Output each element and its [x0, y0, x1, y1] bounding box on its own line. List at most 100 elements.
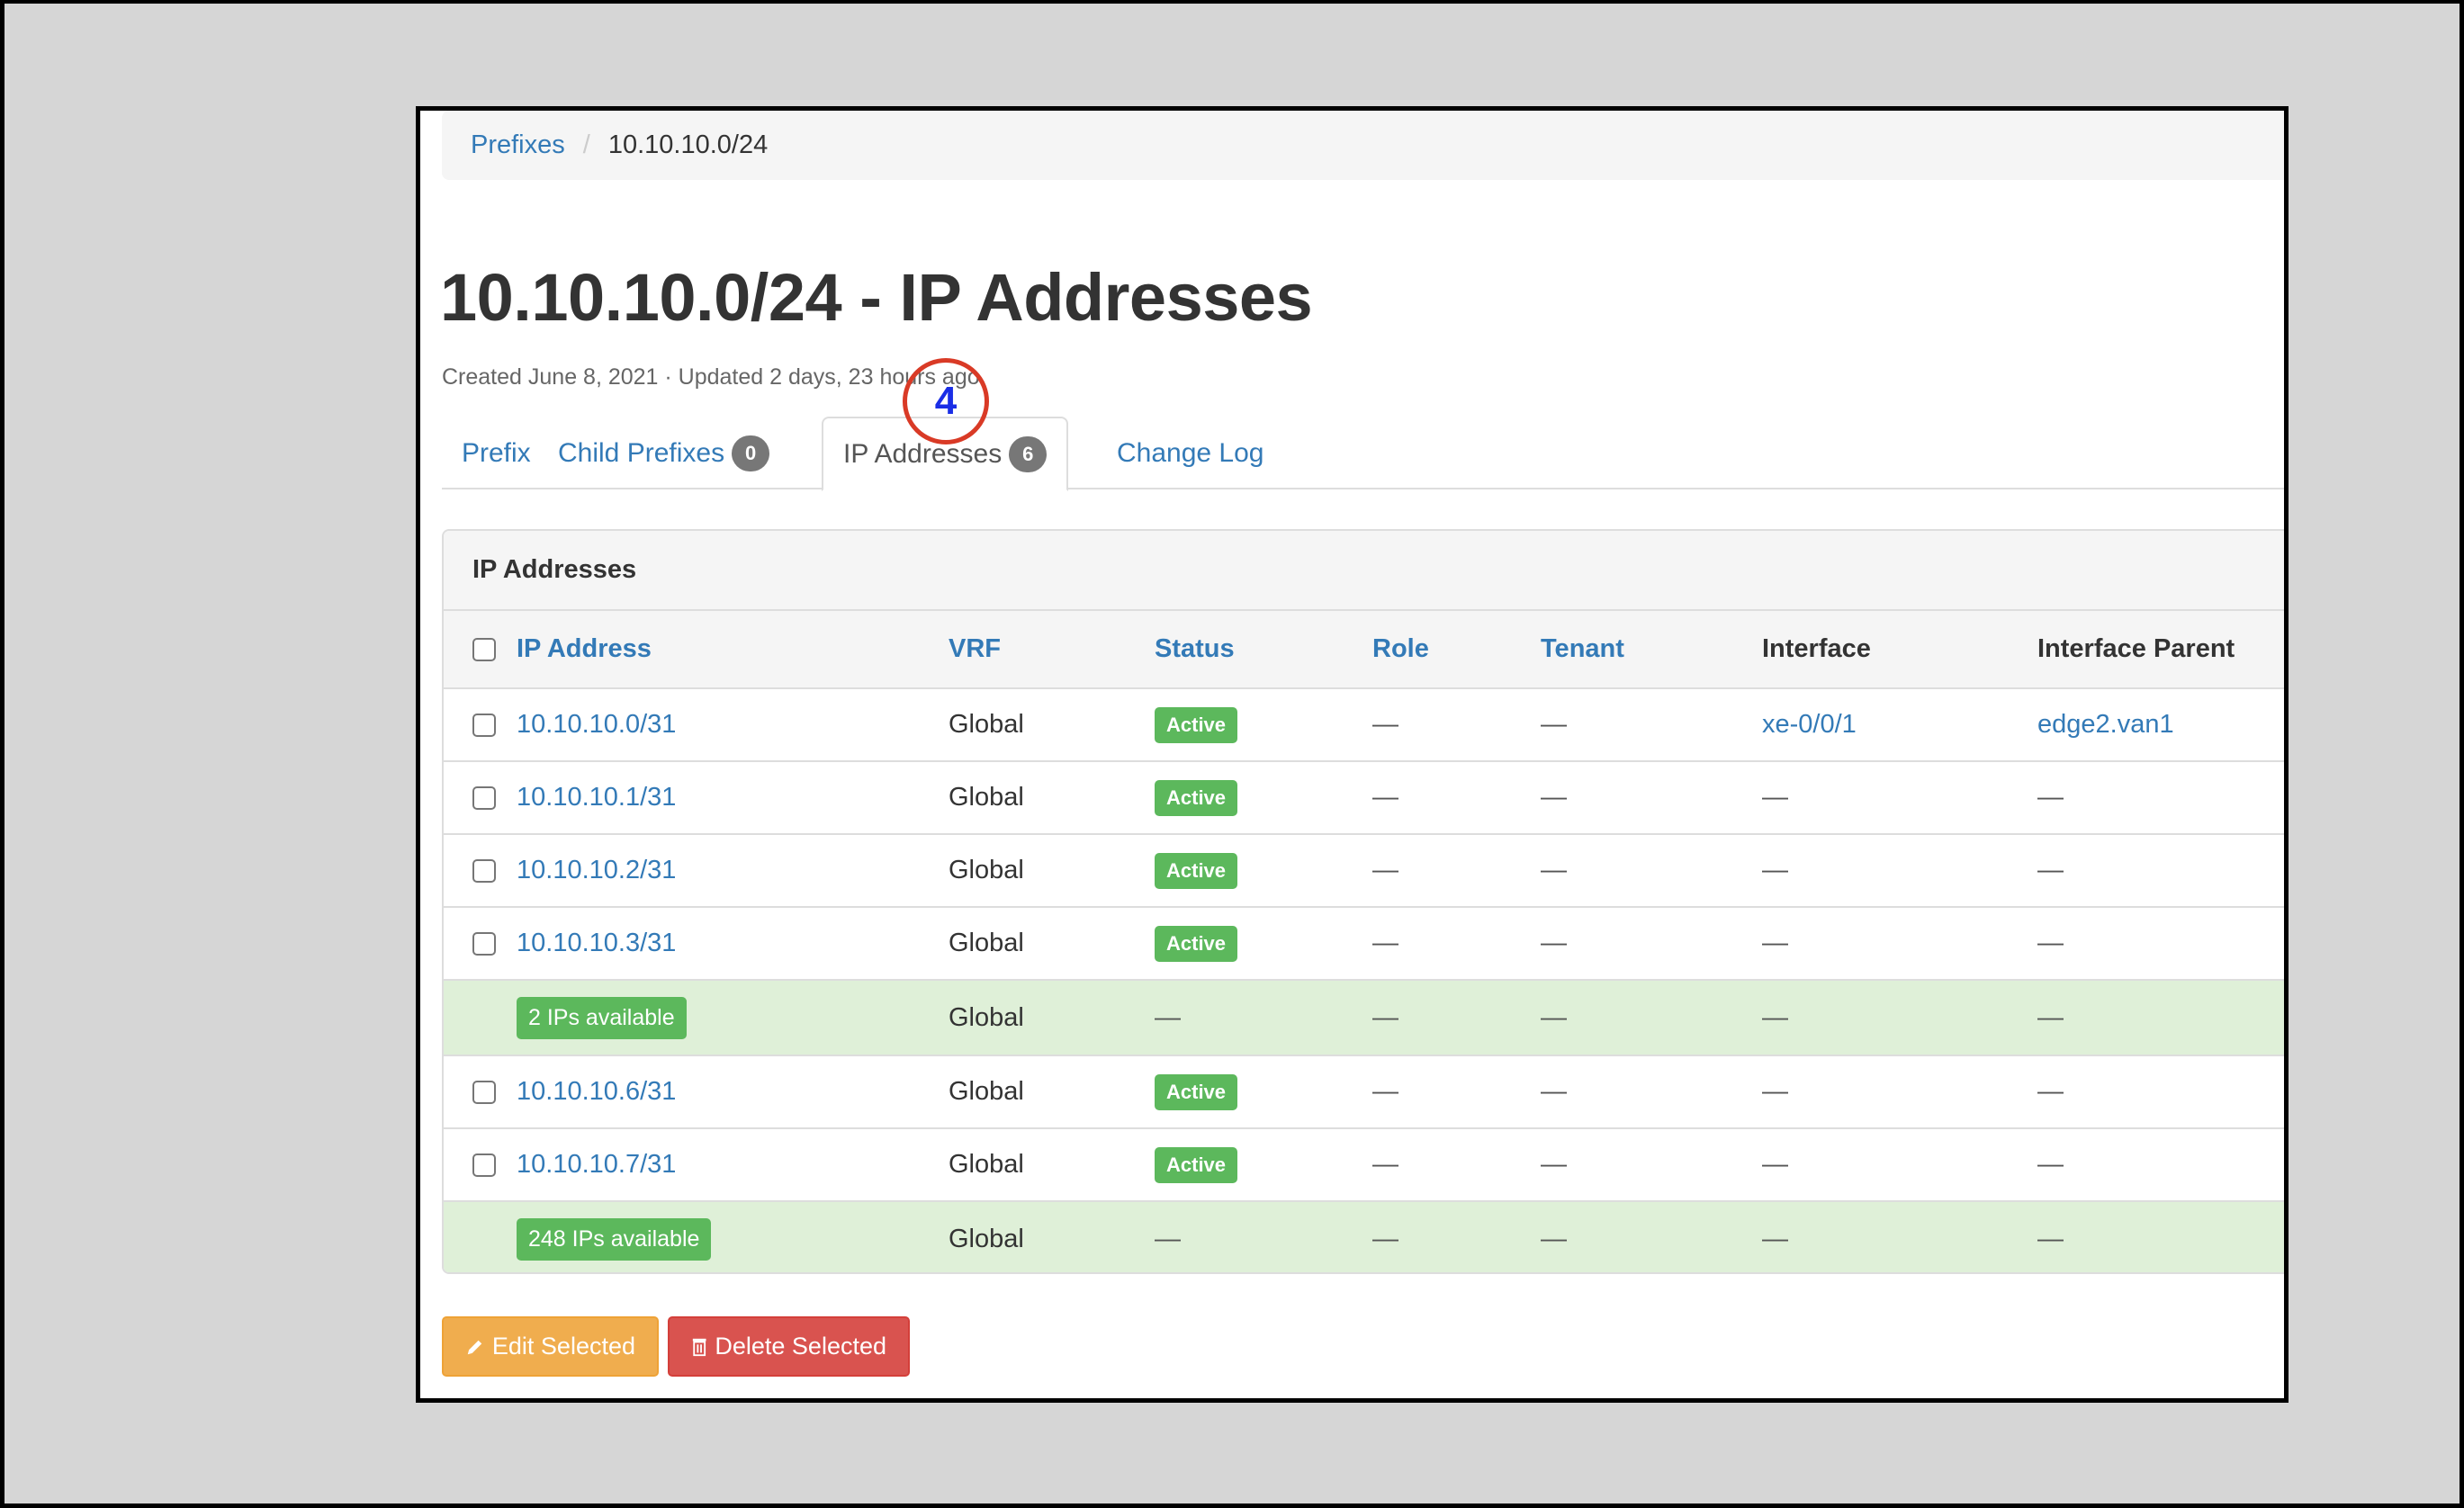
status-badge: Active: [1155, 706, 1238, 743]
column-header-interface-parent: Interface Parent: [2037, 611, 2284, 689]
status-cell: —: [1155, 1201, 1372, 1272]
table-row: 10.10.10.6/31 Global Active — — — —: [444, 1055, 2284, 1129]
status-cell: Active: [1155, 907, 1372, 981]
select-cell: [444, 1128, 517, 1202]
status-cell: Active: [1155, 1128, 1372, 1202]
interface-cell: xe-0/0/1: [1762, 688, 2037, 762]
select-cell: [444, 761, 517, 835]
empty-value: —: [1762, 1002, 1788, 1032]
empty-value: —: [2037, 1077, 2064, 1106]
interface-parent-link[interactable]: edge2.van1: [2037, 710, 2174, 739]
breadcrumb: Prefixes / 10.10.10.0/24: [442, 111, 2284, 180]
status-badge: Active: [1155, 779, 1238, 816]
interface-cell: —: [1762, 1055, 2037, 1129]
tenant-cell: —: [1541, 688, 1762, 762]
column-header-tenant[interactable]: Tenant: [1541, 634, 1624, 663]
table-row: 10.10.10.7/31 Global Active — — — —: [444, 1128, 2284, 1202]
interface-parent-cell: —: [2037, 907, 2284, 981]
created-updated-meta: Created June 8, 2021 · Updated 2 days, 2…: [442, 364, 980, 390]
select-cell: [444, 907, 517, 981]
interface-link[interactable]: xe-0/0/1: [1762, 710, 1857, 739]
status-badge: Active: [1155, 1073, 1238, 1110]
role-cell: —: [1372, 907, 1541, 981]
column-header-status[interactable]: Status: [1155, 634, 1235, 663]
row-select-checkbox[interactable]: [472, 1081, 496, 1105]
select-all-checkbox[interactable]: [472, 638, 496, 662]
status-badge: Active: [1155, 925, 1238, 962]
available-range-row: 2 IPs available Global — — — — —: [444, 980, 2284, 1056]
breadcrumb-current: 10.10.10.0/24: [607, 130, 769, 159]
tab-label: Change Log: [1117, 437, 1264, 468]
tab-change-log[interactable]: Change Log: [1097, 417, 1283, 489]
status-badge: Active: [1155, 1146, 1238, 1183]
empty-value: —: [1762, 856, 1788, 884]
ip-address-link[interactable]: 10.10.10.0/31: [517, 710, 676, 739]
available-range-row: 248 IPs available Global — — — — —: [444, 1201, 2284, 1272]
interface-cell: —: [1762, 834, 2037, 908]
select-cell: [444, 834, 517, 908]
status-cell: Active: [1155, 761, 1372, 835]
panel-heading: IP Addresses: [444, 531, 2284, 611]
interface-cell: —: [1762, 980, 2037, 1056]
column-header-vrf[interactable]: VRF: [949, 634, 1001, 663]
tenant-cell: —: [1541, 834, 1762, 908]
child-prefixes-count-badge: 0: [732, 435, 770, 471]
ip-addresses-count-badge: 6: [1009, 435, 1048, 472]
page-card: Prefixes / 10.10.10.0/24 10.10.10.0/24 -…: [416, 106, 2289, 1403]
table-row: 10.10.10.0/31 Global Active — — xe-0/0/1 edge2…: [444, 688, 2284, 762]
row-select-checkbox[interactable]: [472, 859, 496, 884]
ip-address-link[interactable]: 10.10.10.7/31: [517, 1150, 676, 1179]
column-header-ip-address[interactable]: IP Address: [517, 634, 652, 663]
role-cell: —: [1372, 761, 1541, 835]
ip-address-link[interactable]: 10.10.10.3/31: [517, 929, 676, 957]
tab-child-prefixes[interactable]: Child Prefixes 0: [538, 417, 789, 489]
role-cell: —: [1372, 688, 1541, 762]
delete-selected-button[interactable]: Delete Selected: [668, 1316, 910, 1377]
vrf-cell: Global: [949, 907, 1155, 981]
tab-label: IP Addresses: [843, 438, 1003, 469]
empty-value: —: [1762, 1225, 1788, 1253]
row-select-checkbox[interactable]: [472, 714, 496, 738]
available-ips-badge[interactable]: 248 IPs available: [517, 1218, 712, 1261]
interface-parent-cell: —: [2037, 1201, 2284, 1272]
column-header-role[interactable]: Role: [1372, 634, 1429, 663]
bulk-action-buttons: Edit Selected Delete Selected: [442, 1316, 910, 1377]
status-cell: Active: [1155, 834, 1372, 908]
empty-value: —: [2037, 783, 2064, 812]
tenant-cell: —: [1541, 1225, 1567, 1253]
pencil-icon: [467, 1340, 482, 1354]
table-row: 10.10.10.1/31 Global Active — — — —: [444, 761, 2284, 835]
empty-value: —: [1155, 1002, 1181, 1032]
vrf-cell: Global: [949, 1225, 1024, 1253]
ip-address-link[interactable]: 10.10.10.2/31: [517, 856, 676, 884]
tenant-cell: —: [1541, 761, 1762, 835]
vrf-cell: Global: [949, 980, 1155, 1056]
select-cell: [444, 1055, 517, 1129]
tab-prefix[interactable]: Prefix: [442, 417, 551, 489]
role-cell: —: [1372, 834, 1541, 908]
role-cell: —: [1372, 1225, 1398, 1253]
vrf-cell: Global: [949, 761, 1155, 835]
row-select-checkbox[interactable]: [472, 786, 496, 811]
interface-parent-cell: —: [2037, 980, 2284, 1056]
interface-parent-cell: —: [2037, 761, 2284, 835]
ip-address-cell: 10.10.10.3/31: [517, 907, 949, 981]
ip-address-link[interactable]: 10.10.10.6/31: [517, 1077, 676, 1106]
empty-value: —: [2037, 1150, 2064, 1179]
available-ips-badge[interactable]: 2 IPs available: [517, 996, 687, 1039]
edit-selected-button[interactable]: Edit Selected: [442, 1316, 659, 1377]
breadcrumb-prefixes-link[interactable]: Prefixes: [471, 130, 565, 160]
row-select-checkbox[interactable]: [472, 1153, 496, 1178]
interface-parent-cell: —: [2037, 834, 2284, 908]
row-select-checkbox[interactable]: [472, 932, 496, 956]
vrf-cell: Global: [949, 834, 1155, 908]
empty-value: —: [1762, 783, 1788, 812]
table-header-row: IP Address VRF Status Role Tenant Interf…: [444, 611, 2284, 689]
column-header-interface: Interface: [1762, 611, 2037, 689]
tenant-cell: —: [1541, 907, 1762, 981]
interface-cell: —: [1762, 1201, 2037, 1272]
role-cell: —: [1372, 1055, 1541, 1129]
step-annotation-marker: 4: [903, 358, 989, 444]
ip-address-link[interactable]: 10.10.10.1/31: [517, 783, 676, 812]
ip-address-cell: 10.10.10.2/31: [517, 834, 949, 908]
